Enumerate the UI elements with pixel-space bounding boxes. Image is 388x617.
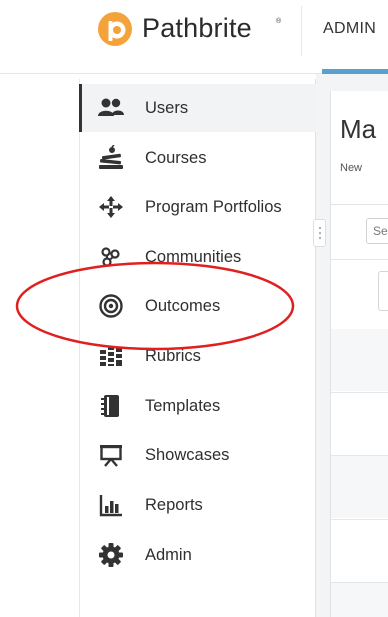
outcomes-icon xyxy=(99,294,123,318)
sidebar-item-label: Reports xyxy=(145,496,203,514)
brand-name[interactable]: Pathbrite xyxy=(142,13,252,44)
search-input[interactable]: Se xyxy=(366,218,388,244)
registered-mark: ® xyxy=(276,18,282,25)
sidebar-item-label: Admin xyxy=(145,546,192,564)
sidebar-item-label: Courses xyxy=(145,149,207,167)
page-title: Ma xyxy=(340,114,377,144)
table-row xyxy=(331,456,388,518)
sidebar-item-users[interactable]: Users xyxy=(79,84,316,132)
courses-icon xyxy=(99,145,123,169)
sidebar-item-rubrics[interactable]: Rubrics xyxy=(80,332,316,380)
sidebar-item-label: Outcomes xyxy=(145,297,221,315)
header-divider xyxy=(301,6,302,56)
rubrics-icon xyxy=(100,346,122,366)
users-icon xyxy=(98,98,124,116)
sidebar-item-showcases[interactable]: Showcases xyxy=(80,431,316,479)
templates-icon xyxy=(101,395,119,417)
showcases-icon xyxy=(100,445,122,467)
sidebar-item-label: Communities xyxy=(145,248,242,266)
row-divider xyxy=(331,392,388,393)
tab-admin[interactable]: ADMIN xyxy=(323,20,376,38)
sidebar-item-admin[interactable]: Admin xyxy=(80,531,316,579)
sidebar-item-courses[interactable]: Courses xyxy=(80,134,316,182)
communities-icon xyxy=(101,247,120,267)
top-header: Pathbrite ® ADMIN xyxy=(0,0,388,74)
sidebar-item-label: Templates xyxy=(145,397,221,415)
sidebar-item-program-portfolios[interactable]: Program Portfolios xyxy=(80,183,316,231)
sidebar-item-templates[interactable]: Templates xyxy=(80,382,316,430)
table-control[interactable] xyxy=(378,271,388,311)
page-subtitle[interactable]: New xyxy=(340,162,362,174)
gear-icon xyxy=(99,543,123,567)
row-divider xyxy=(331,519,388,520)
sidebar-nav: Users Courses Program Portfolios Communi… xyxy=(79,79,316,617)
sidebar-collapse-handle[interactable] xyxy=(313,219,326,247)
sidebar-item-label: Rubrics xyxy=(145,347,201,365)
sidebar-item-reports[interactable]: Reports xyxy=(80,481,316,529)
sidebar-item-outcomes[interactable]: Outcomes xyxy=(80,282,316,330)
sidebar-item-label: Program Portfolios xyxy=(145,198,282,216)
sidebar-item-label: Showcases xyxy=(145,446,230,464)
table-row xyxy=(331,583,388,617)
table-row xyxy=(331,329,388,391)
sidebar-item-communities[interactable]: Communities xyxy=(80,233,316,281)
row-divider xyxy=(331,259,388,260)
program-portfolios-icon xyxy=(99,196,123,218)
pathbrite-logo-icon[interactable] xyxy=(97,11,133,47)
table-top-divider xyxy=(330,204,388,205)
reports-icon xyxy=(99,495,122,517)
sidebar-item-label: Users xyxy=(145,99,189,117)
